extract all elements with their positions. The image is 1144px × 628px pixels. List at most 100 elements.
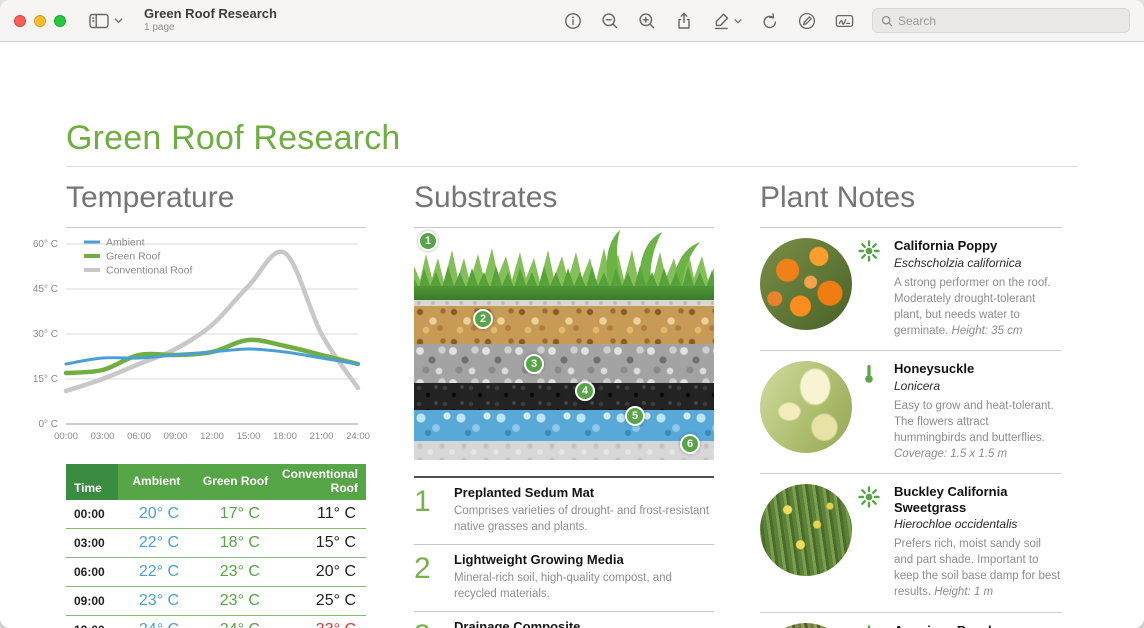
traffic-lights (14, 15, 66, 27)
plant-description: Easy to grow and heat-tolerant. The flow… (894, 398, 1062, 462)
plant-photo (760, 238, 852, 330)
table-row: 12:00 24° C 24° C 33° C (66, 616, 366, 628)
draw-pencil-icon[interactable] (797, 11, 817, 31)
plant-item: Honeysuckle Lonicera Easy to grow and he… (760, 351, 1062, 474)
sidebar-toggle-icon[interactable] (88, 12, 110, 30)
temperature-heading: Temperature (66, 181, 366, 228)
plant-item: California Poppy Eschscholzia californic… (760, 228, 1062, 351)
preview-window: Green Roof Research 1 page (0, 0, 1144, 628)
toolbar (563, 8, 1130, 33)
svg-text:18:00: 18:00 (273, 431, 297, 442)
substrates-section: Substrates (414, 181, 714, 628)
sun-icon (858, 486, 880, 508)
waterproof-layer (414, 410, 714, 441)
svg-text:15:00: 15:00 (237, 431, 261, 442)
legend-label-green-roof: Green Roof (106, 251, 160, 263)
substrate-item: 3 Drainage Composite Allows rainwater to… (414, 611, 714, 628)
plant-notes-heading: Plant Notes (760, 181, 1062, 228)
chart-y-axis-labels: 60° C 45° C 30° C 15° C 0° C (33, 239, 58, 430)
close-button[interactable] (14, 15, 26, 27)
markup-chevron-down-icon[interactable] (733, 16, 743, 26)
substrate-title: Drainage Composite (454, 619, 714, 628)
zoom-out-icon[interactable] (600, 11, 620, 31)
header-green-roof: Green Roof (195, 464, 276, 500)
plant-photo (760, 361, 852, 453)
roof-deck-layer (414, 441, 714, 460)
signature-icon[interactable] (834, 11, 855, 31)
window-title: Green Roof Research (144, 7, 277, 22)
svg-text:12:00: 12:00 (200, 431, 224, 442)
svg-text:45° C: 45° C (33, 284, 58, 295)
plant-item: American Beachgrass Ammophila breviligul… (760, 613, 1062, 628)
temperature-chart: 60° C 45° C 30° C 15° C 0° C Ambient Gre… (28, 230, 376, 444)
sun-icon (858, 625, 880, 628)
chart-legend: Ambient Green Roof Conventional Roof (84, 237, 192, 277)
titlebar: Green Roof Research 1 page (0, 0, 1144, 42)
layer-badge-6: 6 (680, 434, 700, 454)
rotate-left-icon[interactable] (760, 11, 780, 31)
thermometer-icon (858, 363, 880, 385)
zoom-in-icon[interactable] (637, 11, 657, 31)
plant-latin-name: Hierochloe occidentalis (894, 517, 1062, 531)
growing-media-layer (414, 306, 714, 344)
window-title-stack: Green Roof Research 1 page (144, 7, 277, 33)
substrate-item: 2 Lightweight Growing Media Mineral-rich… (414, 544, 714, 611)
minimize-button[interactable] (34, 15, 46, 27)
plant-notes-section: Plant Notes (760, 181, 1062, 628)
substrate-number: 3 (414, 619, 454, 628)
markup-pen-icon[interactable] (711, 11, 731, 31)
plant-item: Buckley California Sweetgrass Hierochloe… (760, 474, 1062, 613)
info-icon[interactable] (563, 11, 583, 31)
document-title: Green Roof Research (66, 119, 401, 158)
svg-text:0° C: 0° C (38, 419, 58, 430)
table-header-row: Time Ambient Green Roof Conventional Roo… (66, 464, 366, 500)
temperature-table: Time Ambient Green Roof Conventional Roo… (66, 464, 366, 628)
layer-badge-4: 4 (575, 381, 595, 401)
plant-photo (760, 484, 852, 576)
share-icon[interactable] (674, 11, 694, 31)
svg-text:09:00: 09:00 (164, 431, 188, 442)
plant-latin-name: Eschscholzia californica (894, 256, 1062, 270)
header-conventional-roof: Conventional Roof (276, 464, 366, 500)
search-input[interactable] (898, 14, 1121, 28)
table-row: 03:00 22° C 18° C 15° C (66, 529, 366, 558)
layer-badge-3: 3 (524, 354, 544, 374)
plant-metric: Height: 35 cm (952, 325, 1023, 337)
plant-photo (760, 623, 852, 628)
substrate-description: Mineral-rich soil, high-quality compost,… (454, 570, 714, 602)
plant-name: American Beachgrass (894, 623, 1062, 628)
root-barrier-layer (414, 383, 714, 410)
substrate-title: Lightweight Growing Media (454, 552, 714, 567)
svg-text:60° C: 60° C (33, 239, 58, 250)
substrate-title: Preplanted Sedum Mat (454, 485, 714, 500)
fullscreen-button[interactable] (54, 15, 66, 27)
header-ambient: Ambient (118, 464, 195, 500)
substrate-list: 1 Preplanted Sedum Mat Comprises varieti… (414, 476, 714, 628)
plant-name: Honeysuckle (894, 361, 1062, 377)
plant-metric: Coverage: 1.5 x 1.5 m (894, 448, 1007, 460)
table-row: 09:00 23° C 23° C 25° C (66, 587, 366, 616)
sidebar-chevron-down-icon[interactable] (113, 15, 124, 26)
sun-icon (858, 240, 880, 262)
svg-text:15° C: 15° C (33, 374, 58, 385)
plant-name: Buckley California Sweetgrass (894, 484, 1062, 515)
page-count: 1 page (144, 22, 277, 34)
document-page: Green Roof Research Temperature 60° C 45… (0, 43, 1144, 628)
legend-label-ambient: Ambient (106, 237, 145, 249)
search-icon (881, 15, 893, 27)
substrate-number: 1 (414, 485, 454, 535)
header-time: Time (66, 464, 118, 500)
legend-label-conventional-roof: Conventional Roof (106, 265, 192, 277)
layer-badge-5: 5 (625, 406, 645, 426)
search-field[interactable] (872, 8, 1130, 33)
plant-description: A strong performer on the roof. Moderate… (894, 275, 1062, 339)
grass-layer-graphic (414, 228, 714, 300)
substrate-description: Comprises varieties of drought- and fros… (454, 503, 714, 535)
layer-badge-1: 1 (418, 231, 438, 251)
plant-name: California Poppy (894, 238, 1062, 254)
chart-x-axis-labels: 00:00 03:00 06:00 09:00 12:00 15:00 18:0… (54, 431, 370, 442)
substrate-item: 1 Preplanted Sedum Mat Comprises varieti… (414, 478, 714, 544)
svg-text:21:00: 21:00 (310, 431, 334, 442)
svg-text:06:00: 06:00 (127, 431, 151, 442)
svg-text:30° C: 30° C (33, 329, 58, 340)
